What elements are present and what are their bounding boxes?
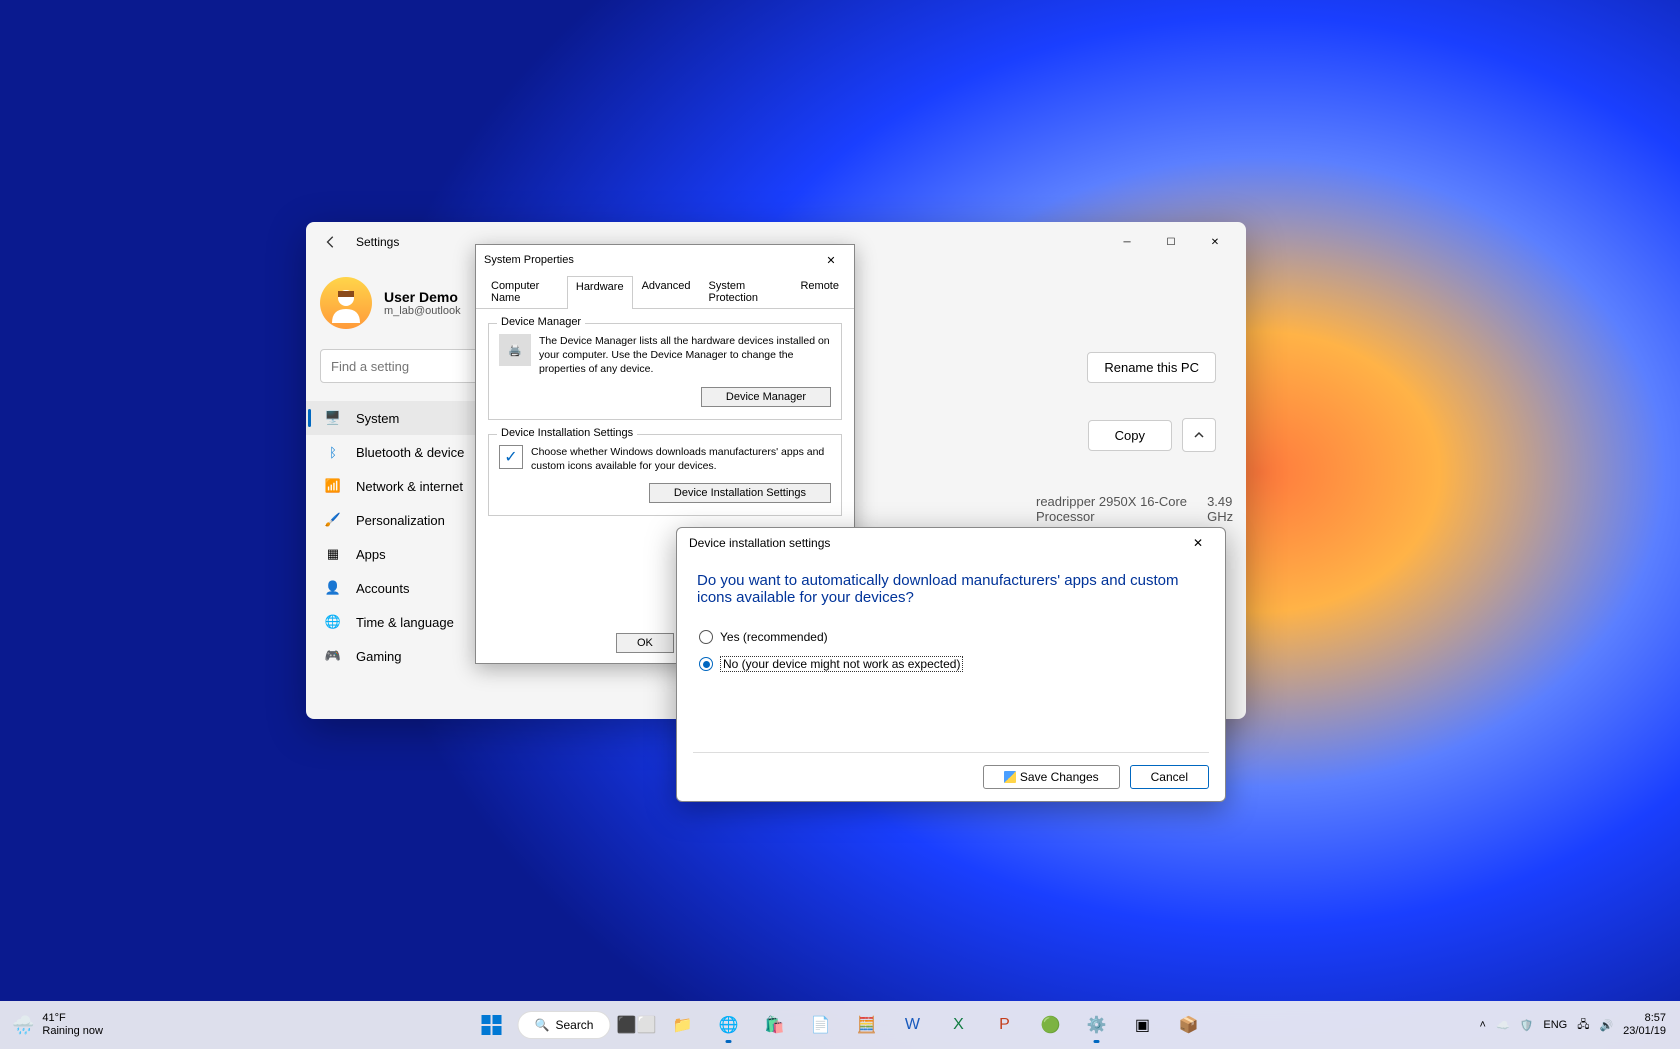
explorer-icon[interactable]: 📁 (662, 1005, 702, 1045)
cpu-info: readripper 2950X 16-Core Processor 3.49 … (1036, 494, 1246, 524)
edge-icon[interactable]: 🌐 (708, 1005, 748, 1045)
taskbar-search[interactable]: 🔍 Search (518, 1011, 611, 1039)
dis-legend: Device Installation Settings (497, 427, 637, 439)
cancel-button[interactable]: Cancel (1130, 765, 1209, 789)
nav-label: System (356, 411, 399, 426)
user-name: User Demo (384, 289, 461, 305)
start-button[interactable] (472, 1005, 512, 1045)
notepad-icon[interactable]: 📄 (800, 1005, 840, 1045)
minimize-button[interactable]: ─ (1106, 228, 1148, 256)
nav-label: Bluetooth & device (356, 445, 464, 460)
bluetooth-icon: ᛒ (324, 443, 342, 461)
back-button[interactable] (316, 227, 346, 257)
weather-widget[interactable]: 🌧️ 41°F Raining now (0, 1012, 200, 1038)
chevron-up-icon[interactable]: ˄ (1480, 1019, 1486, 1031)
weather-desc: Raining now (42, 1025, 103, 1038)
devinstall-titlebar: Device installation settings ✕ (677, 528, 1225, 558)
radio-yes[interactable]: Yes (recommended) (699, 624, 1203, 650)
sysprop-title-text: System Properties (484, 254, 574, 266)
user-avatar (320, 277, 372, 329)
excel-icon[interactable]: X (938, 1005, 978, 1045)
search-icon: 🔍 (535, 1018, 550, 1032)
check-icon: ✓ (499, 445, 523, 469)
settings-title: Settings (356, 235, 399, 249)
taskbar: 🌧️ 41°F Raining now 🔍Search ⬛⬜ 📁 🌐 🛍️ 📄 … (0, 1001, 1680, 1049)
radio-icon (699, 630, 713, 644)
apps-icon: ▦ (324, 545, 342, 563)
radio-icon (699, 657, 713, 671)
lang-indicator[interactable]: ENG (1543, 1019, 1567, 1031)
nav-label: Time & language (356, 615, 454, 630)
device-install-settings-button[interactable]: Device Installation Settings (649, 483, 831, 503)
rename-pc-button[interactable]: Rename this PC (1087, 352, 1216, 383)
radio-no-label: No (your device might not work as expect… (720, 656, 963, 672)
tab-remote[interactable]: Remote (791, 275, 848, 308)
settings-icon[interactable]: ⚙️ (1076, 1005, 1116, 1045)
nav-label: Apps (356, 547, 386, 562)
copy-button[interactable]: Copy (1088, 420, 1172, 451)
calculator-icon[interactable]: 🧮 (846, 1005, 886, 1045)
brush-icon: 🖌️ (324, 511, 342, 529)
sysprop-titlebar: System Properties ✕ (476, 245, 854, 275)
store-icon[interactable]: 🛍️ (754, 1005, 794, 1045)
shield-icon (1004, 771, 1016, 783)
cpu-ghz: 3.49 GHz (1207, 494, 1246, 524)
device-manager-group: Device Manager 🖨️ The Device Manager lis… (488, 323, 842, 420)
gamepad-icon: 🎮 (324, 647, 342, 665)
device-manager-button[interactable]: Device Manager (701, 387, 831, 407)
device-install-dialog: Device installation settings ✕ Do you wa… (676, 527, 1226, 802)
tab-hardware[interactable]: Hardware (567, 276, 633, 309)
globe-icon: 🌐 (324, 613, 342, 631)
onedrive-icon[interactable]: ☁️ (1496, 1019, 1510, 1032)
device-icon: 🖨️ (499, 334, 531, 366)
collapse-button[interactable] (1182, 418, 1216, 452)
system-tray[interactable]: ˄ ☁️ 🛡️ ENG 🖧 🔊 (1480, 1016, 1614, 1035)
weather-temp: 41°F (42, 1012, 103, 1025)
cpu-name: readripper 2950X 16-Core Processor (1036, 494, 1187, 524)
tab-computer-name[interactable]: Computer Name (482, 275, 567, 308)
user-email: m_lab@outlook (384, 305, 461, 317)
system-icon: 🖥️ (324, 409, 342, 427)
search-label: Search (555, 1018, 593, 1032)
word-icon[interactable]: W (892, 1005, 932, 1045)
devinstall-title-text: Device installation settings (689, 536, 830, 550)
dm-description: The Device Manager lists all the hardwar… (539, 334, 831, 377)
sysprop-close-button[interactable]: ✕ (816, 249, 846, 271)
network-icon[interactable]: 🖧 (1577, 1016, 1589, 1035)
ok-button[interactable]: OK (616, 633, 674, 653)
clock-date: 23/01/19 (1623, 1025, 1666, 1038)
volume-icon[interactable]: 🔊 (1599, 1019, 1613, 1032)
sysprop-tabs: Computer Name Hardware Advanced System P… (476, 275, 854, 309)
radio-yes-label: Yes (recommended) (720, 630, 828, 644)
device-install-group: Device Installation Settings ✓ Choose wh… (488, 434, 842, 516)
nav-label: Gaming (356, 649, 402, 664)
person-icon: 👤 (324, 579, 342, 597)
dis-description: Choose whether Windows downloads manufac… (531, 445, 831, 473)
task-view-button[interactable]: ⬛⬜ (616, 1005, 656, 1045)
tab-advanced[interactable]: Advanced (633, 275, 700, 308)
app-icon[interactable]: 📦 (1168, 1005, 1208, 1045)
maximize-button[interactable]: ☐ (1150, 228, 1192, 256)
close-button[interactable]: ✕ (1194, 228, 1236, 256)
save-changes-button[interactable]: Save Changes (983, 765, 1120, 789)
clock-time: 8:57 (1623, 1012, 1666, 1025)
dm-legend: Device Manager (497, 316, 585, 328)
taskbar-clock[interactable]: 8:57 23/01/19 (1623, 1012, 1666, 1038)
nav-label: Network & internet (356, 479, 463, 494)
tab-system-protection[interactable]: System Protection (700, 275, 792, 308)
devinstall-prompt: Do you want to automatically download ma… (677, 558, 1225, 614)
nav-label: Personalization (356, 513, 445, 528)
powerpoint-icon[interactable]: P (984, 1005, 1024, 1045)
radio-no[interactable]: No (your device might not work as expect… (699, 650, 1203, 678)
security-icon[interactable]: 🛡️ (1520, 1019, 1534, 1032)
nav-label: Accounts (356, 581, 409, 596)
wifi-icon: 📶 (324, 477, 342, 495)
weather-icon: 🌧️ (12, 1015, 34, 1036)
save-label: Save Changes (1020, 770, 1099, 784)
devinstall-close-button[interactable]: ✕ (1183, 532, 1213, 554)
chrome-icon[interactable]: 🟢 (1030, 1005, 1070, 1045)
terminal-icon[interactable]: ▣ (1122, 1005, 1162, 1045)
